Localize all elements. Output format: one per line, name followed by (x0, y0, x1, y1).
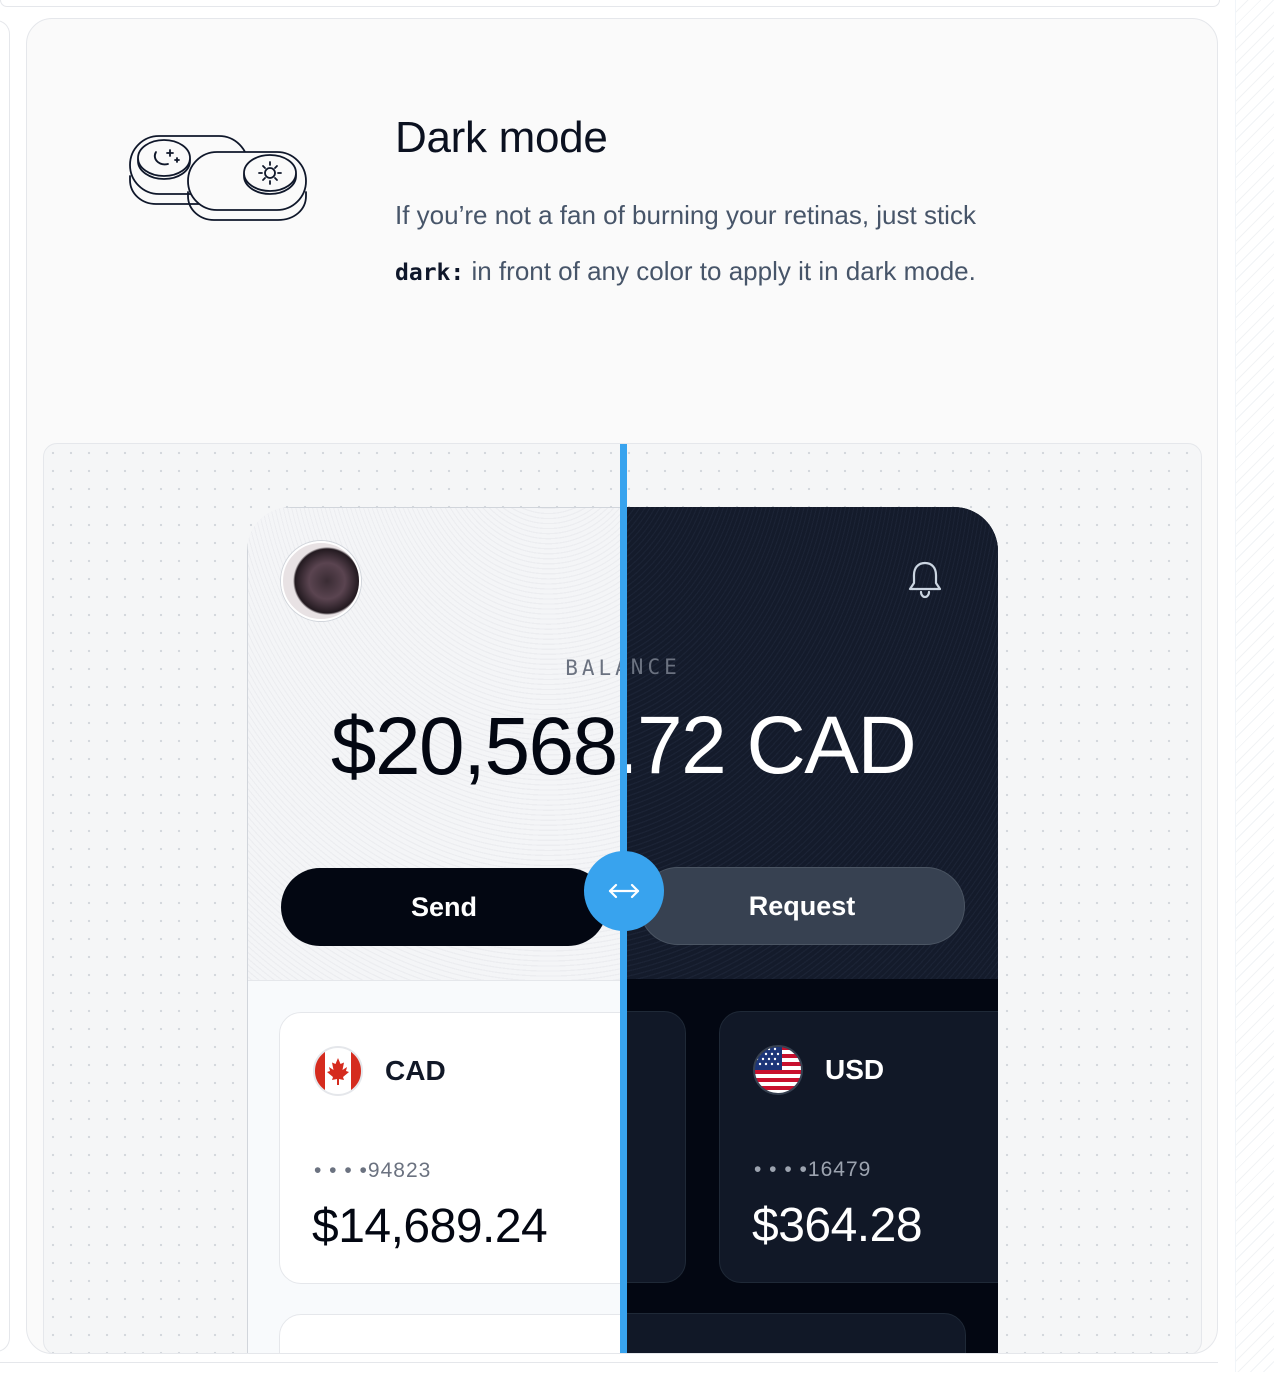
feature-card: Dark mode If you’re not a fan of burning… (26, 18, 1218, 1354)
comparison-slider-handle[interactable] (584, 851, 664, 931)
next-card-edge (0, 1362, 1218, 1383)
account-balance: $364.28 (752, 1199, 923, 1252)
account-number: • • • •16479 (754, 1158, 872, 1181)
feature-title: Dark mode (395, 113, 608, 162)
send-button[interactable]: Send (281, 868, 607, 946)
dark-mode-demo: BALANCE $20,568.72 CAD Send Request (43, 443, 1202, 1353)
page: Dark mode If you’re not a fan of burning… (0, 0, 1274, 1383)
feature-description: If you’re not a fan of burning your reti… (395, 187, 1155, 301)
double-arrow-icon (608, 883, 640, 899)
feature-description-intro: If you’re not a fan of burning your reti… (395, 200, 976, 230)
account-card-usd-dark[interactable]: USD • • • •16479 $364.28 (719, 1011, 998, 1283)
us-flag-icon (753, 1045, 803, 1095)
feature-description-rest: in front of any color to apply it in dar… (464, 256, 976, 286)
dark-variant-code: dark: (395, 260, 465, 286)
previous-card-edge (0, 0, 1220, 7)
account-balance: $14,689.24 (312, 1200, 548, 1253)
striped-gutter (1235, 0, 1274, 1372)
account-currency-code: USD (825, 1054, 885, 1085)
account-number: • • • •94823 (314, 1159, 432, 1182)
adjacent-card-edge (0, 20, 10, 1352)
request-button-dark[interactable]: Request (639, 867, 965, 945)
canada-flag-icon (313, 1046, 363, 1096)
user-avatar[interactable] (281, 541, 361, 621)
bell-icon[interactable] (903, 557, 947, 601)
toggle-switches-icon (129, 135, 307, 221)
account-currency-code: CAD (385, 1055, 446, 1086)
